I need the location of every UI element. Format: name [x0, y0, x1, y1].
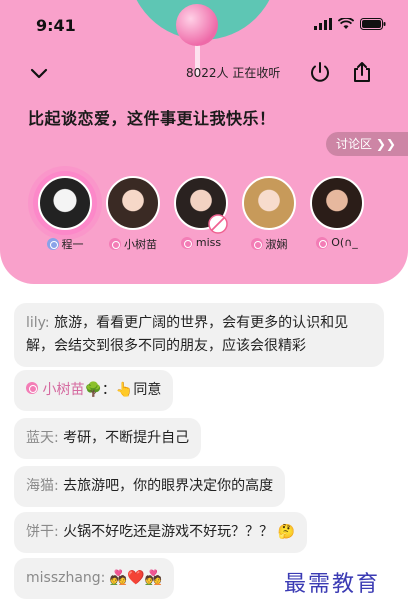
message-sender: 海猫:	[26, 478, 59, 494]
mic-muted-icon	[208, 214, 228, 234]
message-sender: 小树苗	[42, 382, 85, 398]
chat-message: 小树苗🌳：👆同意	[14, 370, 174, 411]
message-text: 旅游，看看更广阔的世界，会有更多的认识和见解，会结交到很多不同的朋友，应该会很精…	[26, 315, 349, 354]
message-text: ：👆同意	[101, 382, 162, 398]
speaker-item[interactable]: 程一	[28, 170, 102, 252]
user-badge-icon	[109, 238, 121, 250]
speaker-item[interactable]: 小树苗	[96, 170, 170, 252]
share-icon[interactable]	[350, 60, 374, 84]
message-text: 💑❤️💑	[109, 570, 163, 586]
speaker-list: 程一 小树苗 miss 淑娴 O(∩_	[0, 170, 408, 260]
listener-number: 8022人	[186, 66, 229, 80]
chevron-down-icon[interactable]	[26, 60, 52, 86]
user-badge-icon	[26, 382, 38, 394]
speaker-name-text: miss	[195, 236, 222, 249]
message-text: 去旅游吧，你的眼界决定你的高度	[63, 478, 274, 494]
message-text: 火锅不好吃还是游戏不好玩？？？ 🤔	[63, 524, 296, 540]
message-sender: 蓝天:	[26, 430, 59, 446]
signal-icon	[314, 18, 332, 30]
tree-emoji: 🌳	[84, 382, 102, 398]
user-badge-icon	[180, 236, 193, 249]
chat-message: 饼干: 火锅不好吃还是游戏不好玩？？？ 🤔	[14, 512, 308, 553]
power-icon[interactable]	[308, 60, 332, 84]
avatar	[106, 176, 160, 230]
chat-message: 蓝天: 考研，不断提升自己	[14, 418, 202, 459]
avatar	[38, 176, 92, 230]
room-title: 比起谈恋爱，这件事更让我快乐！	[28, 109, 276, 128]
chat-message: lily: 旅游，看看更广阔的世界，会有更多的认识和见解，会结交到很多不同的朋友…	[14, 303, 384, 367]
speaker-name: O(∩_	[300, 236, 374, 249]
speaker-name: 淑娴	[232, 236, 306, 252]
battery-icon	[360, 18, 386, 30]
speaker-name: 小树苗	[96, 236, 170, 252]
status-time: 9:41	[36, 16, 76, 35]
speaker-item[interactable]: 淑娴	[232, 170, 306, 252]
status-bar: 9:41	[0, 0, 408, 48]
top-bar: 8022人 正在收听	[0, 58, 408, 88]
message-text: 考研，不断提升自己	[63, 430, 190, 446]
listener-label: 正在收听	[232, 66, 281, 80]
room-header: 9:41 8022人 正在收听 比起谈恋爱，这件事更让我快乐！ 讨论区 ❯❯ 程…	[0, 0, 408, 284]
avatar	[242, 176, 296, 230]
speaker-name-text: 淑娴	[265, 238, 288, 251]
speaker-name: 程一	[28, 236, 102, 252]
wifi-icon	[338, 18, 354, 29]
speaker-name-text: 程一	[61, 238, 84, 251]
user-badge-icon	[316, 236, 329, 249]
message-sender: 饼干:	[26, 524, 59, 540]
chat-message: misszhang: 💑❤️💑	[14, 558, 175, 599]
status-icons	[314, 18, 386, 30]
message-sender: misszhang:	[26, 570, 106, 586]
message-sender: lily:	[26, 315, 50, 331]
watermark: 最需教育	[284, 572, 381, 597]
user-badge-icon	[46, 238, 59, 250]
double-chevron-right-icon: ❯❯	[375, 137, 396, 151]
speaker-name: miss	[164, 236, 238, 249]
listener-count: 8022人 正在收听	[186, 64, 280, 81]
chat-message: 海猫: 去旅游吧，你的眼界决定你的高度	[14, 466, 286, 507]
avatar	[310, 176, 364, 230]
speaker-name-text: O(∩_	[331, 236, 358, 249]
discussion-label: 讨论区	[336, 137, 373, 151]
discussion-button[interactable]: 讨论区 ❯❯	[326, 132, 408, 156]
user-badge-icon	[250, 238, 263, 250]
speaker-item[interactable]: O(∩_	[300, 170, 374, 249]
speaker-item[interactable]: miss	[164, 170, 238, 249]
speaker-name-text: 小树苗	[124, 238, 157, 251]
